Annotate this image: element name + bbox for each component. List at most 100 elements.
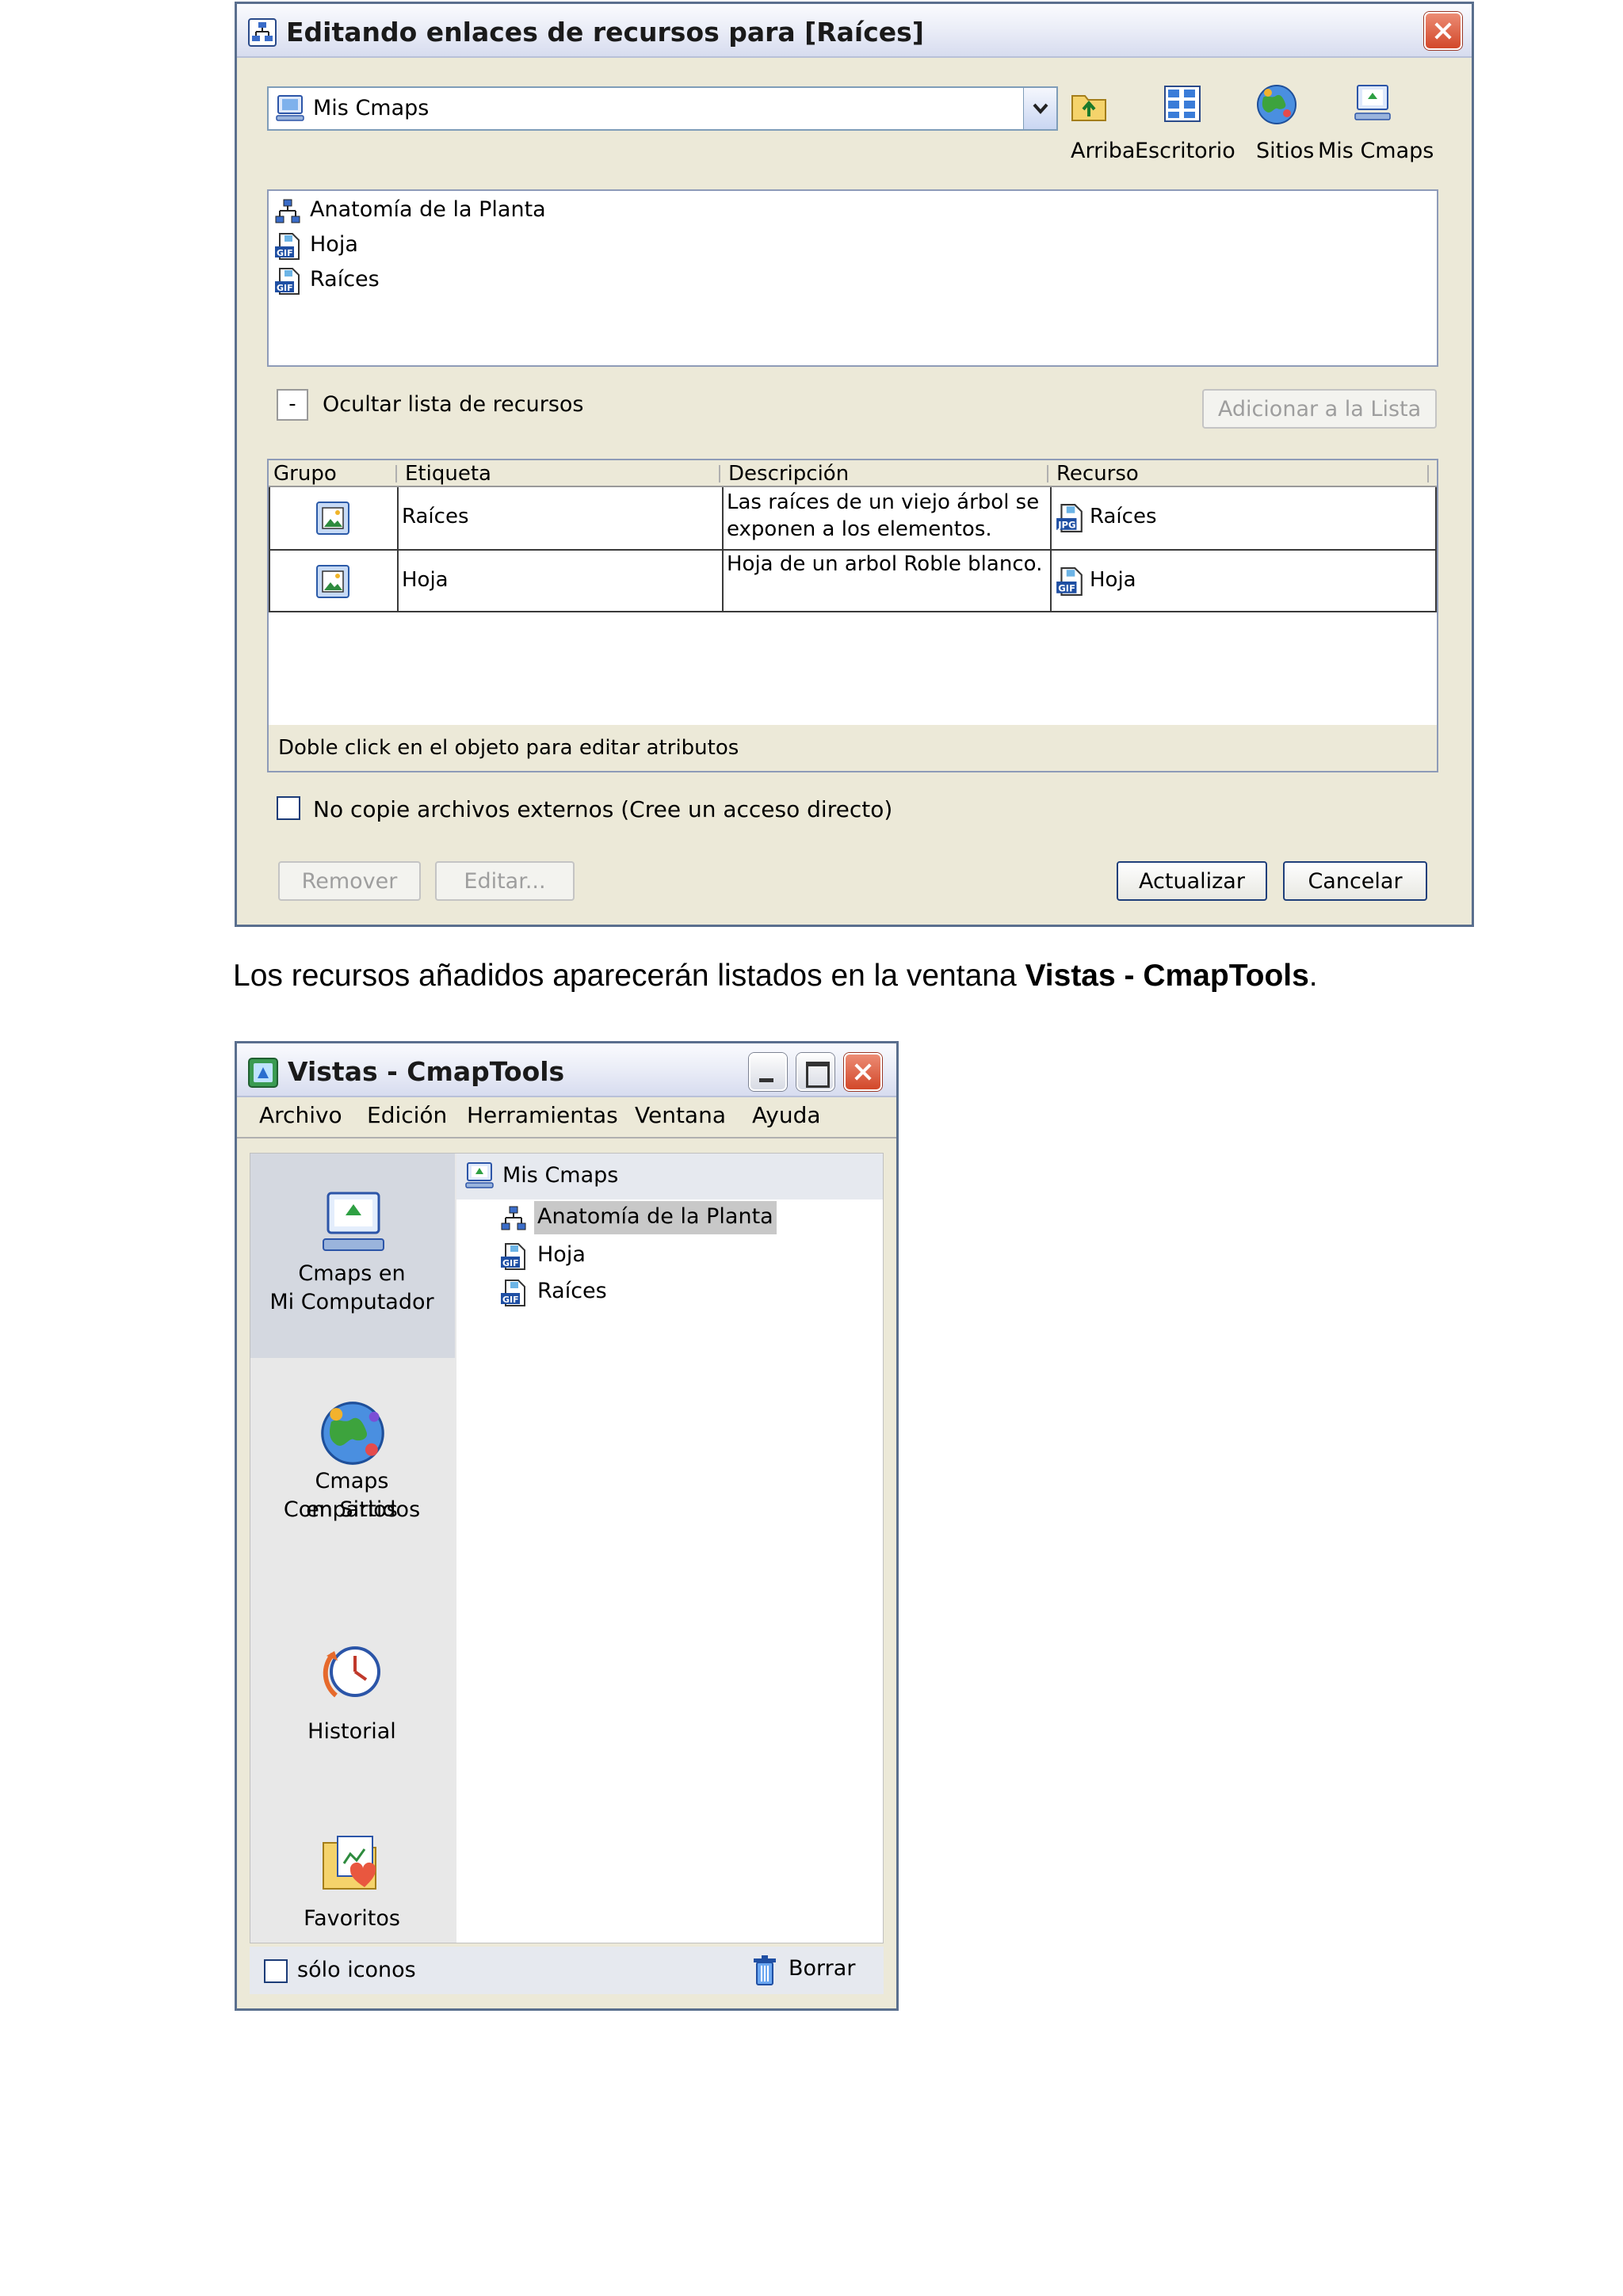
icons-only-label: sólo iconos — [297, 1958, 416, 1982]
no-copy-label: No copie archivos externos (Cree un acce… — [313, 796, 893, 822]
computer-icon — [323, 1192, 384, 1251]
row-label: Raíces — [402, 505, 469, 528]
views-close-button[interactable] — [844, 1053, 882, 1091]
nav-label: Cmaps en — [298, 1261, 406, 1286]
gif-file-icon: GIF — [275, 268, 300, 295]
nav-label: Mi Computador — [269, 1290, 434, 1314]
dialog-titlebar[interactable]: Editando enlaces de recursos para [Raíce… — [237, 4, 1472, 58]
caption-prefix: Los recursos añadidos aparecerán listado… — [233, 959, 1025, 993]
nav-label: Favoritos — [304, 1906, 400, 1931]
menu-herramientas[interactable]: Herramientas — [467, 1102, 618, 1128]
menu-archivo[interactable]: Archivo — [259, 1102, 342, 1128]
list-item[interactable]: GIF Raíces — [273, 265, 749, 297]
location-dropdown-button[interactable] — [1023, 88, 1056, 129]
gif-file-icon: GIF — [275, 233, 300, 260]
menu-bar: Archivo Edición Herramientas Ventana Ayu… — [237, 1097, 896, 1138]
table-status-text: Doble click en el objeto para editar atr… — [278, 736, 739, 760]
table-header: Grupo Etiqueta Descripción Recurso — [269, 460, 1437, 487]
my-cmaps-icon[interactable] — [1353, 83, 1392, 124]
cancel-button[interactable]: Cancelar — [1283, 861, 1427, 901]
edit-button[interactable]: Editar... — [435, 861, 575, 901]
trash-icon[interactable] — [750, 1955, 779, 1986]
nav-item-shared-sites[interactable]: Cmaps Compartidos en Sitios — [250, 1361, 455, 1559]
globe-icon[interactable] — [1255, 83, 1298, 126]
hide-list-label: Ocultar lista de recursos — [323, 392, 584, 417]
cmap-icon — [501, 1206, 526, 1230]
svg-text:GIF: GIF — [1058, 583, 1075, 594]
table-row[interactable]: Hoja Hoja de un arbol Roble blanco. GIF … — [269, 551, 1437, 611]
tree-item-label: Raíces — [537, 1279, 607, 1303]
table-status-bar: Doble click en el objeto para editar atr… — [269, 725, 1437, 771]
toolbar-sites-label[interactable]: Sitios — [1256, 139, 1314, 163]
views-content: Cmaps en Mi Computador Cmaps Compartidos… — [250, 1153, 884, 1943]
table-row[interactable]: Raíces Las raíces de un viejo árbol se e… — [269, 487, 1437, 549]
nav-pane: Cmaps en Mi Computador Cmaps Compartidos… — [250, 1154, 456, 1943]
computer-icon — [465, 1162, 494, 1188]
update-button[interactable]: Actualizar — [1117, 861, 1267, 901]
menu-ayuda[interactable]: Ayuda — [752, 1102, 821, 1128]
jpg-file-icon: JPG — [1056, 504, 1083, 532]
menu-ventana[interactable]: Ventana — [635, 1102, 726, 1128]
nav-item-history[interactable]: Historial — [250, 1581, 455, 1764]
add-to-list-button[interactable]: Adicionar a la Lista — [1202, 389, 1437, 429]
resource-list[interactable]: Anatomía de la Planta GIF Hoja GIF Raíce… — [267, 189, 1438, 367]
row-label: Hoja — [402, 568, 449, 592]
cmaptools-icon — [248, 1058, 278, 1088]
nav-item-favorites[interactable]: Favoritos — [250, 1779, 455, 1943]
views-window: Vistas - CmapTools Archivo Edición Herra… — [235, 1041, 899, 2011]
gif-file-icon: GIF — [501, 1243, 525, 1270]
caption-suffix: . — [1308, 959, 1318, 993]
nav-item-my-computer[interactable]: Cmaps en Mi Computador — [250, 1154, 455, 1358]
row-resource: Raíces — [1090, 505, 1157, 528]
menu-edicion[interactable]: Edición — [367, 1102, 447, 1128]
caption-window-name: Vistas - CmapTools — [1025, 959, 1309, 993]
tree-root-label: Mis Cmaps — [502, 1163, 619, 1188]
location-combo[interactable]: Mis Cmaps — [267, 86, 1058, 131]
remove-button[interactable]: Remover — [278, 861, 421, 901]
svg-text:JPG: JPG — [1057, 520, 1075, 531]
icons-only-checkbox[interactable] — [264, 1959, 288, 1983]
tree-item-label-selected: Anatomía de la Planta — [534, 1201, 777, 1234]
header-label[interactable]: Etiqueta — [405, 462, 491, 486]
svg-text:GIF: GIF — [277, 248, 293, 258]
gif-file-icon: GIF — [501, 1280, 525, 1306]
location-value: Mis Cmaps — [313, 96, 430, 120]
tree-root[interactable]: Mis Cmaps — [456, 1154, 883, 1199]
toolbar-mycmaps-label[interactable]: Mis Cmaps — [1318, 139, 1434, 163]
delete-label[interactable]: Borrar — [789, 1956, 855, 1981]
tree-item[interactable]: Anatomía de la Planta — [498, 1199, 815, 1236]
list-item[interactable]: Anatomía de la Planta — [273, 196, 749, 227]
row-description: Las raíces de un viejo árbol se — [727, 490, 1040, 514]
minimize-button[interactable] — [749, 1053, 787, 1091]
gif-file-icon: GIF — [1056, 567, 1083, 596]
toolbar-up-label[interactable]: Arriba — [1071, 139, 1135, 163]
folder-up-icon[interactable] — [1069, 86, 1109, 124]
views-title: Vistas - CmapTools — [288, 1056, 565, 1087]
maximize-button[interactable] — [796, 1053, 834, 1091]
row-resource: Hoja — [1090, 568, 1136, 592]
hide-list-toggle-button[interactable]: - — [277, 389, 308, 421]
edit-resource-links-dialog: Editando enlaces de recursos para [Raíce… — [235, 2, 1474, 927]
links-table: Grupo Etiqueta Descripción Recurso Raíce… — [267, 459, 1438, 772]
header-resource[interactable]: Recurso — [1056, 462, 1139, 486]
views-titlebar[interactable]: Vistas - CmapTools — [237, 1043, 896, 1097]
toolbar-desktop-label[interactable]: Escritorio — [1135, 139, 1235, 163]
image-group-icon — [316, 502, 349, 535]
favorites-icon — [323, 1836, 376, 1890]
row-description-cont: exponen a los elementos. — [727, 517, 992, 541]
dialog-title: Editando enlaces de recursos para [Raíce… — [286, 17, 924, 48]
header-description[interactable]: Descripción — [728, 462, 849, 486]
header-group[interactable]: Grupo — [273, 462, 337, 486]
tree-item[interactable]: GIF Raíces — [498, 1274, 815, 1310]
list-item-label: Raíces — [310, 267, 380, 292]
list-item-label: Anatomía de la Planta — [310, 197, 546, 222]
cmap-icon — [275, 199, 300, 223]
no-copy-checkbox[interactable] — [277, 796, 300, 820]
desktop-icon[interactable] — [1162, 83, 1203, 124]
dialog-close-button[interactable] — [1424, 12, 1462, 50]
tree-item[interactable]: GIF Hoja — [498, 1238, 815, 1274]
tree-pane: Mis Cmaps Anatomía de la Planta GIF Hoja — [456, 1154, 883, 1943]
computer-icon — [276, 95, 304, 121]
list-item[interactable]: GIF Hoja — [273, 231, 749, 262]
image-group-icon — [316, 565, 349, 598]
